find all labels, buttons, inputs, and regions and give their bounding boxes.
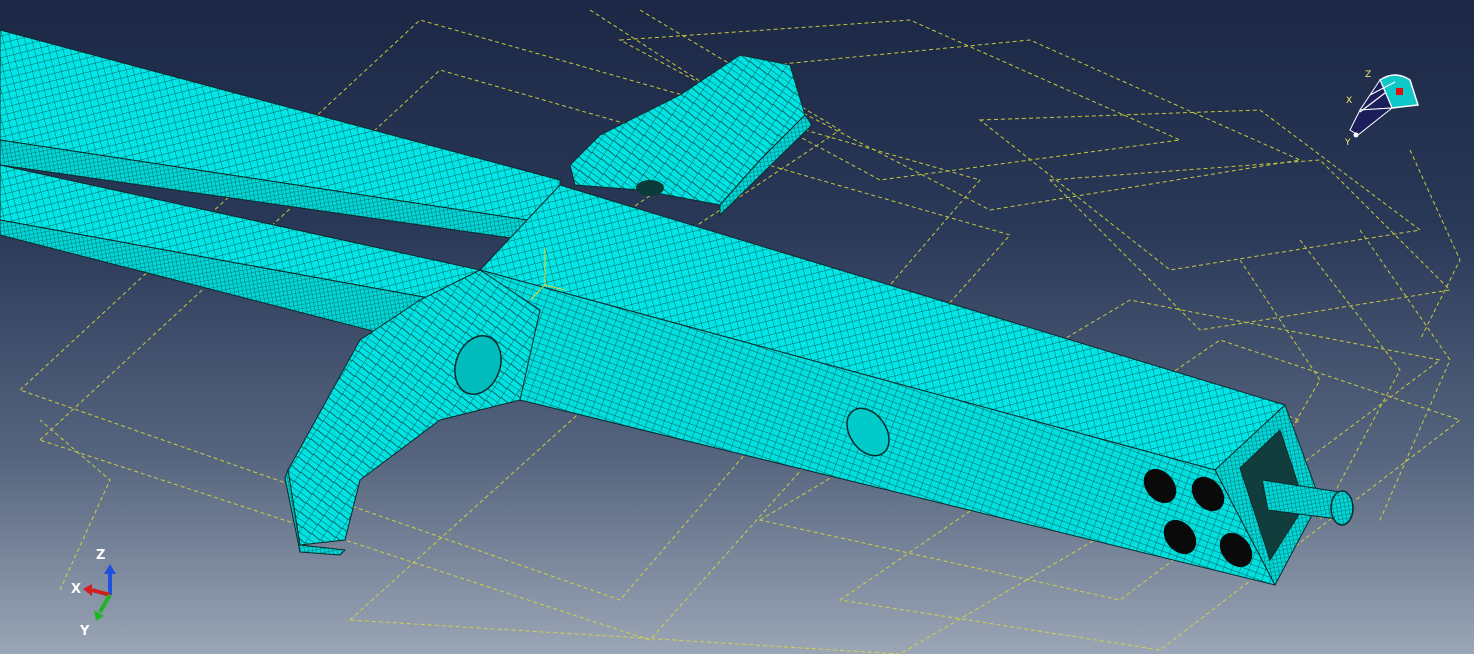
datum-plane — [1409, 149, 1461, 341]
bracket-upper-face[interactable] — [569, 54, 806, 206]
view-compass-z-label: Z — [1365, 70, 1371, 80]
view-compass-base[interactable] — [1349, 107, 1394, 136]
model-scene[interactable]: Z X Y Z X Y — [0, 0, 1474, 654]
datum-plane — [39, 419, 111, 591]
view-compass-y-label: Y — [1344, 138, 1351, 148]
bracket-upper[interactable] — [569, 54, 813, 217]
triad-y-label: Y — [79, 624, 90, 639]
view-compass-x-label: X — [1346, 96, 1352, 106]
triad-x-label: X — [71, 582, 81, 597]
triad-z-arrow — [104, 564, 116, 574]
model-viewport[interactable]: Z X Y Z X Y — [0, 0, 1474, 654]
view-compass-marker[interactable] — [1396, 88, 1403, 95]
triad-x-arrow — [83, 584, 92, 596]
bracket-upper-hole — [636, 180, 664, 196]
triad-y-axis — [98, 593, 112, 614]
shaft-end[interactable] — [1330, 490, 1354, 526]
coordinate-triad: Z X Y — [71, 548, 116, 639]
triad-x-axis — [91, 588, 111, 597]
view-compass[interactable]: Z X Y — [1344, 70, 1419, 148]
triad-z-label: Z — [96, 548, 105, 563]
datum-plane — [1048, 159, 1452, 331]
main-tube[interactable] — [479, 184, 1321, 587]
datum-plane — [1359, 229, 1451, 521]
